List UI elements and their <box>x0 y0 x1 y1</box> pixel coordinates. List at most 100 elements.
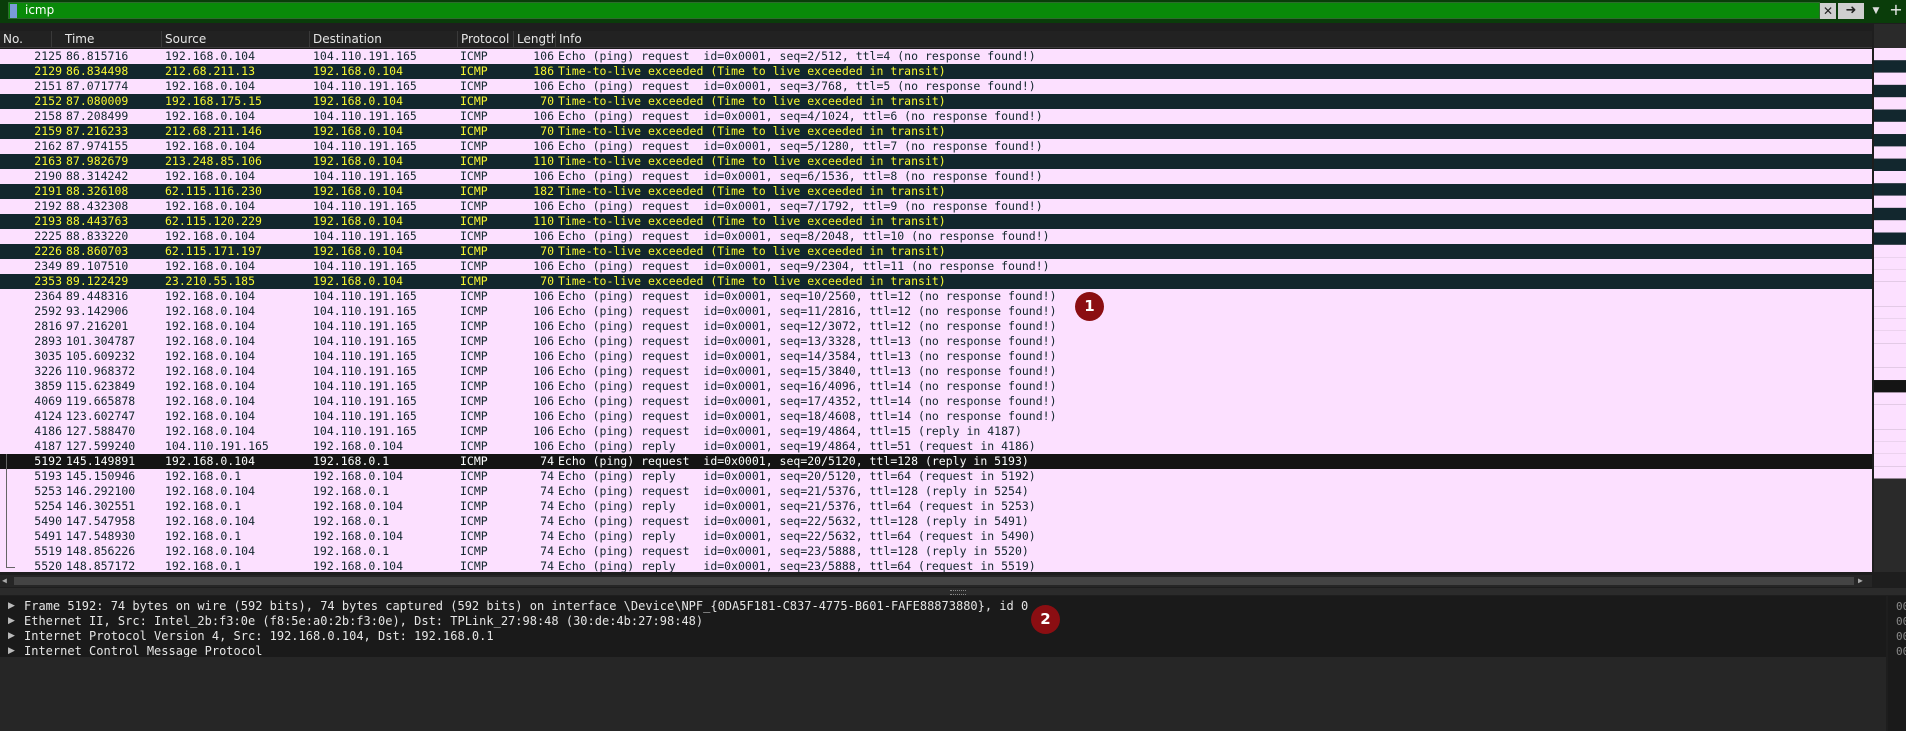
packet-list-minimap[interactable] <box>1874 24 1906 572</box>
packet-list-horizontal-scrollbar[interactable]: ◀ ▶ <box>0 575 1872 587</box>
packet-cell-info: Time-to-live exceeded (Time to live exce… <box>558 94 946 108</box>
packet-cell-proto: ICMP <box>460 49 488 63</box>
related-packet-indicator-icon <box>6 559 15 568</box>
packet-cell-info: Time-to-live exceeded (Time to live exce… <box>558 214 946 228</box>
packet-row[interactable]: 2125 86.815716 192.168.0.104 104.110.191.16… <box>0 49 1872 64</box>
packet-row[interactable]: 2192 88.432308 192.168.0.104 104.110.191.16… <box>0 199 1872 214</box>
packet-row[interactable]: 2225 88.833220 192.168.0.104 104.110.191.16… <box>0 229 1872 244</box>
clear-filter-icon[interactable]: ✕ <box>1820 3 1836 19</box>
packet-row[interactable]: 2893 101.304787 192.168.0.104 104.110.191.1… <box>0 334 1872 349</box>
packet-row[interactable]: 2353 89.122429 23.210.55.185 192.168.0.104 I… <box>0 274 1872 289</box>
packet-row[interactable]: 2191 88.326108 62.115.116.230 192.168.0.104… <box>0 184 1872 199</box>
detail-row-ethernet[interactable]: ▶ Ethernet II, Src: Intel_2b:f3:0e (f8:5… <box>0 614 1880 629</box>
expand-caret-icon[interactable]: ▶ <box>8 599 18 614</box>
packet-cell-dst: 104.110.191.165 <box>313 49 417 63</box>
column-header-no[interactable]: No. <box>0 31 52 47</box>
detail-row-ipv4[interactable]: ▶ Internet Protocol Version 4, Src: 192.… <box>0 629 1880 644</box>
packet-row[interactable]: 5490 147.547958 192.168.0.104 192.168.0.1 IC… <box>0 514 1872 529</box>
packet-row[interactable]: 4124 123.602747 192.168.0.104 104.110.191.1… <box>0 409 1872 424</box>
packet-cell-time: 88.326108 <box>66 184 129 198</box>
minimap-stripe <box>1874 97 1906 110</box>
packet-cell-len: 106 <box>533 229 554 243</box>
horizontal-scroll-thumb[interactable] <box>14 577 1854 585</box>
expand-caret-icon[interactable]: ▶ <box>8 614 18 629</box>
packet-cell-src: 62.115.120.229 <box>165 214 262 228</box>
packet-cell-time: 88.443763 <box>66 214 129 228</box>
minimap-svg <box>1874 48 1906 479</box>
detail-row-frame[interactable]: ▶ Frame 5192: 74 bytes on wire (592 bits… <box>0 599 1880 614</box>
packet-row[interactable]: 2226 88.860703 62.115.171.197 192.168.0.104… <box>0 244 1872 259</box>
packet-cell-proto: ICMP <box>460 124 488 138</box>
packet-row[interactable]: 2151 87.071774 192.168.0.104 104.110.191.16… <box>0 79 1872 94</box>
packet-cell-no: 2364 <box>34 289 62 303</box>
filter-history-dropdown-icon[interactable]: ▼ <box>1868 3 1884 19</box>
splitter-grip-icon[interactable] <box>950 590 966 595</box>
packet-details-pane[interactable]: ▶ Frame 5192: 74 bytes on wire (592 bits… <box>0 596 1886 731</box>
column-header-protocol[interactable]: Protocol <box>458 31 514 47</box>
packet-row[interactable]: 4069 119.665878 192.168.0.104 104.110.191.1… <box>0 394 1872 409</box>
minimap-stripe <box>1874 84 1906 98</box>
packet-cell-dst: 104.110.191.165 <box>313 409 417 423</box>
column-header-source[interactable]: Source <box>162 31 310 47</box>
packet-row[interactable]: 2349 89.107510 192.168.0.104 104.110.191.16… <box>0 259 1872 274</box>
scroll-left-arrow-icon[interactable]: ◀ <box>2 576 12 586</box>
apply-filter-icon[interactable]: ➜ <box>1838 3 1864 19</box>
filter-bookmark-icon[interactable] <box>10 4 17 18</box>
packet-cell-info: Echo (ping) request id=0x0001, seq=15/38… <box>558 364 1057 378</box>
packet-row[interactable]: 2163 87.982679 213.248.85.106 192.168.0.104… <box>0 154 1872 169</box>
minimap-stripe <box>1874 134 1906 147</box>
packet-cell-no: 2152 <box>34 94 62 108</box>
packet-cell-info: Echo (ping) request id=0x0001, seq=14/35… <box>558 349 1057 363</box>
packet-row[interactable]: 4186 127.588470 192.168.0.104 104.110.191.1… <box>0 424 1872 439</box>
column-header-info[interactable]: Info <box>556 31 1872 47</box>
column-header-time[interactable]: Time <box>62 31 162 47</box>
packet-row[interactable]: 5519 148.856226 192.168.0.104 192.168.0.1 IC… <box>0 544 1872 559</box>
pane-splitter[interactable] <box>0 588 1906 595</box>
packet-row[interactable]: 3035 105.609232 192.168.0.104 104.110.191.1… <box>0 349 1872 364</box>
packet-list[interactable]: 2125 86.815716 192.168.0.104 104.110.191.16… <box>0 48 1872 572</box>
scroll-right-arrow-icon[interactable]: ▶ <box>1858 576 1868 586</box>
column-header-length[interactable]: Length <box>514 31 556 47</box>
packet-row[interactable]: 2158 87.208499 192.168.0.104 104.110.191.16… <box>0 109 1872 124</box>
packet-row[interactable]: 2816 97.216201 192.168.0.104 104.110.191.16… <box>0 319 1872 334</box>
packet-cell-dst: 192.168.0.104 <box>313 184 404 198</box>
packet-cell-time: 115.623849 <box>66 379 136 393</box>
packet-row[interactable]: 5491 147.548930 192.168.0.1 192.168.0.104 IC… <box>0 529 1872 544</box>
packet-row[interactable]: 2364 89.448316 192.168.0.104 104.110.191.16… <box>0 289 1872 304</box>
packet-cell-src: 23.210.55.185 <box>165 274 256 288</box>
column-header-destination[interactable]: Destination <box>310 31 458 47</box>
packet-row[interactable]: 5193 145.150946 192.168.0.1 192.168.0.104 IC… <box>0 469 1872 484</box>
packet-cell-len: 106 <box>533 109 554 123</box>
packet-row[interactable]: 3226 110.968372 192.168.0.104 104.110.191.1… <box>0 364 1872 379</box>
packet-row[interactable]: 2159 87.216233 212.68.211.146 192.168.0.104… <box>0 124 1872 139</box>
packet-cell-dst: 104.110.191.165 <box>313 319 417 333</box>
minimap-stripe <box>1874 171 1906 184</box>
packet-cell-proto: ICMP <box>460 394 488 408</box>
packet-row[interactable]: 2129 86.834498 212.68.211.13 192.168.0.104 I… <box>0 64 1872 79</box>
packet-row[interactable]: 2592 93.142906 192.168.0.104 104.110.191.16… <box>0 304 1872 319</box>
packet-cell-src: 192.168.0.104 <box>165 169 256 183</box>
add-filter-button-icon[interactable]: + <box>1888 1 1904 19</box>
packet-cell-dst: 192.168.0.1 <box>313 544 390 558</box>
display-filter-input[interactable] <box>8 2 1820 19</box>
expand-caret-icon[interactable]: ▶ <box>8 629 18 644</box>
packet-row[interactable]: 2190 88.314242 192.168.0.104 104.110.191.16… <box>0 169 1872 184</box>
packet-cell-no: 2193 <box>34 214 62 228</box>
packet-row-selected[interactable]: 5192 145.149891 192.168.0.104 192.168.0.1 IC… <box>0 454 1872 469</box>
packet-cell-dst: 104.110.191.165 <box>313 424 417 438</box>
packet-row[interactable]: 2152 87.080009 192.168.175.15 192.168.0.104… <box>0 94 1872 109</box>
packet-cell-info: Echo (ping) reply id=0x0001, seq=20/5120… <box>558 469 1036 483</box>
packet-bytes-pane[interactable]: 00 00 00 00 <box>1888 596 1906 731</box>
related-packet-indicator-icon <box>6 529 15 544</box>
packet-row[interactable]: 2162 87.974155 192.168.0.104 104.110.191.16… <box>0 139 1872 154</box>
packet-cell-proto: ICMP <box>460 469 488 483</box>
packet-row[interactable]: 3859 115.623849 192.168.0.104 104.110.191.1… <box>0 379 1872 394</box>
packet-row[interactable]: 5520 148.857172 192.168.0.1 192.168.0.104 IC… <box>0 559 1872 572</box>
packet-cell-src: 192.168.0.104 <box>165 514 256 528</box>
packet-cell-no: 2159 <box>34 124 62 138</box>
packet-row[interactable]: 5253 146.292100 192.168.0.104 192.168.0.1 IC… <box>0 484 1872 499</box>
minimap-stripe <box>1874 232 1906 245</box>
packet-row[interactable]: 2193 88.443763 62.115.120.229 192.168.0.104… <box>0 214 1872 229</box>
packet-row[interactable]: 5254 146.302551 192.168.0.1 192.168.0.104 IC… <box>0 499 1872 514</box>
packet-row[interactable]: 4187 127.599240 104.110.191.165 192.168.0.1… <box>0 439 1872 454</box>
